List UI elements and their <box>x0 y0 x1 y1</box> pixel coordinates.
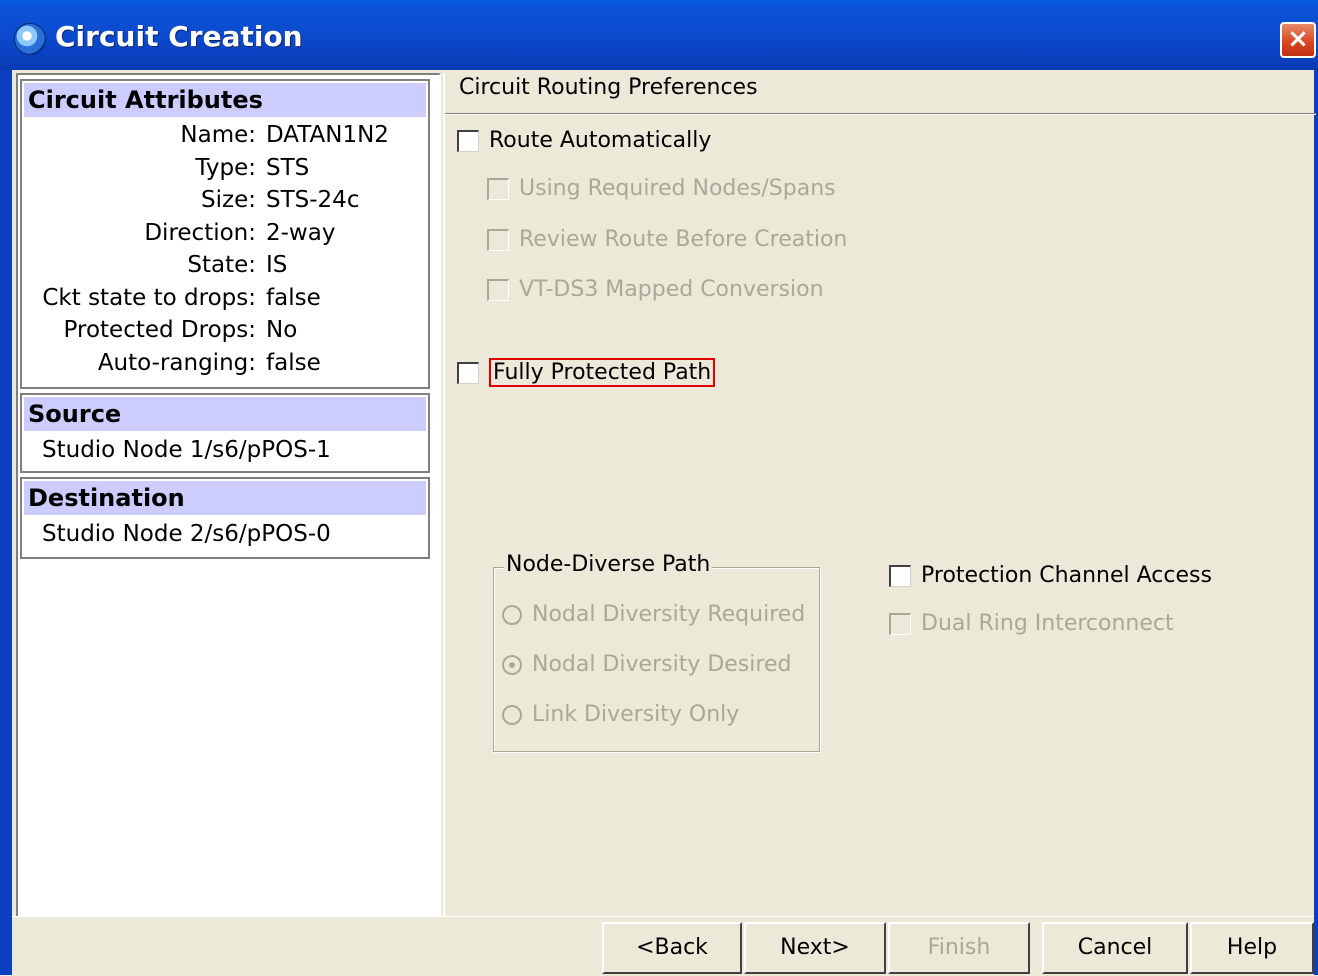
using-required-nodes-checkbox[interactable]: Using Required Nodes/Spans <box>487 176 836 201</box>
attr-value: STS-24c <box>266 187 360 213</box>
window-frame-left <box>0 70 12 975</box>
circuit-attributes-header: Circuit Attributes <box>24 83 426 117</box>
attr-key: Direction: <box>144 219 256 246</box>
attr-row-name: Name: DATAN1N2 <box>22 119 428 152</box>
radio-nodal-diversity-required[interactable]: Nodal Diversity Required <box>502 602 805 627</box>
radio-link-diversity-only[interactable]: Link Diversity Only <box>502 702 739 727</box>
wizard-button-bar: <Back Next> Finish Cancel Help <box>12 916 1314 976</box>
attr-value: IS <box>266 252 288 278</box>
route-automatically-checkbox[interactable]: Route Automatically <box>457 128 711 153</box>
checkbox-box[interactable] <box>457 361 479 384</box>
attr-row-direction: Direction: 2-way <box>22 217 428 250</box>
radio-dot[interactable] <box>502 704 522 725</box>
destination-group: Destination Studio Node 2/s6/pPOS-0 <box>20 477 430 559</box>
attr-key: Protected Drops: <box>63 317 256 343</box>
destination-value: Studio Node 2/s6/pPOS-0 <box>42 521 331 547</box>
radio-label: Nodal Diversity Desired <box>532 652 792 677</box>
attr-value: DATAN1N2 <box>266 122 389 148</box>
window-title: Circuit Creation <box>55 20 303 53</box>
section-title: Circuit Routing Preferences <box>459 75 758 100</box>
title-bar: Circuit Creation × <box>0 0 1318 70</box>
checkbox-label: Dual Ring Interconnect <box>921 611 1174 636</box>
checkbox-label: Protection Channel Access <box>921 563 1212 588</box>
checkbox-box[interactable] <box>487 177 509 200</box>
radio-label: Nodal Diversity Required <box>532 602 806 627</box>
close-button[interactable]: × <box>1280 22 1316 58</box>
node-diverse-path-group: Node-Diverse Path Nodal Diversity Requir… <box>493 552 820 752</box>
checkbox-label: Review Route Before Creation <box>519 227 848 252</box>
attr-key: Ckt state to drops: <box>42 284 256 311</box>
radio-label: Link Diversity Only <box>532 702 740 727</box>
protection-channel-access-checkbox[interactable]: Protection Channel Access <box>889 563 1212 588</box>
checkbox-box[interactable] <box>487 228 509 251</box>
circuit-summary-panel: Circuit Attributes Name: DATAN1N2 Type: … <box>16 73 441 916</box>
circuit-attributes-group: Circuit Attributes Name: DATAN1N2 Type: … <box>20 79 430 389</box>
checkbox-box[interactable] <box>487 278 509 301</box>
attr-value: 2-way <box>266 219 336 246</box>
checkbox-label: VT-DS3 Mapped Conversion <box>519 277 824 302</box>
radio-dot-selected[interactable] <box>502 654 522 675</box>
attr-row-state: State: IS <box>22 249 428 282</box>
attr-key: Size: <box>201 187 256 213</box>
fully-protected-path-checkbox[interactable]: Fully Protected Path <box>457 358 716 387</box>
review-route-checkbox[interactable]: Review Route Before Creation <box>487 227 847 252</box>
attr-row-size: Size: STS-24c <box>22 184 428 217</box>
attr-key: Name: <box>180 122 256 148</box>
divider-highlight <box>445 114 1316 115</box>
attr-row-protected-drops: Protected Drops: No <box>22 314 428 347</box>
checkbox-label: Route Automatically <box>489 128 712 153</box>
next-button[interactable]: Next> <box>744 922 886 974</box>
app-icon <box>14 23 46 55</box>
attr-value: false <box>266 284 321 311</box>
attr-key: State: <box>187 252 256 278</box>
finish-button[interactable]: Finish <box>888 922 1030 974</box>
attr-value: No <box>266 317 298 343</box>
node-diverse-legend: Node-Diverse Path <box>504 552 713 577</box>
attr-key: Type: <box>195 154 256 181</box>
attr-value: false <box>266 349 321 376</box>
attr-row-ckt-state: Ckt state to drops: false <box>22 282 428 315</box>
checkbox-label: Using Required Nodes/Spans <box>519 176 836 201</box>
dual-ring-interconnect-checkbox[interactable]: Dual Ring Interconnect <box>889 611 1174 636</box>
source-value: Studio Node 1/s6/pPOS-1 <box>42 437 331 463</box>
radio-dot[interactable] <box>502 604 522 625</box>
destination-header: Destination <box>24 481 426 515</box>
vt-ds3-checkbox[interactable]: VT-DS3 Mapped Conversion <box>487 277 824 302</box>
attr-row-type: Type: STS <box>22 152 428 185</box>
window-frame-right <box>1314 70 1318 975</box>
checkbox-box[interactable] <box>889 564 911 587</box>
attr-row-auto-ranging: Auto-ranging: false <box>22 347 428 380</box>
help-button[interactable]: Help <box>1190 922 1314 974</box>
checkbox-box[interactable] <box>889 612 911 635</box>
checkbox-box[interactable] <box>457 129 479 152</box>
source-group: Source Studio Node 1/s6/pPOS-1 <box>20 393 430 473</box>
routing-preferences-panel: Circuit Routing Preferences Route Automa… <box>443 73 1316 916</box>
attr-value: STS <box>266 154 310 181</box>
radio-nodal-diversity-desired[interactable]: Nodal Diversity Desired <box>502 652 791 677</box>
source-header: Source <box>24 397 426 431</box>
attr-key: Auto-ranging: <box>97 349 256 376</box>
fully-protected-path-label: Fully Protected Path <box>489 358 716 387</box>
back-button[interactable]: <Back <box>602 922 742 974</box>
cancel-button[interactable]: Cancel <box>1042 922 1188 974</box>
